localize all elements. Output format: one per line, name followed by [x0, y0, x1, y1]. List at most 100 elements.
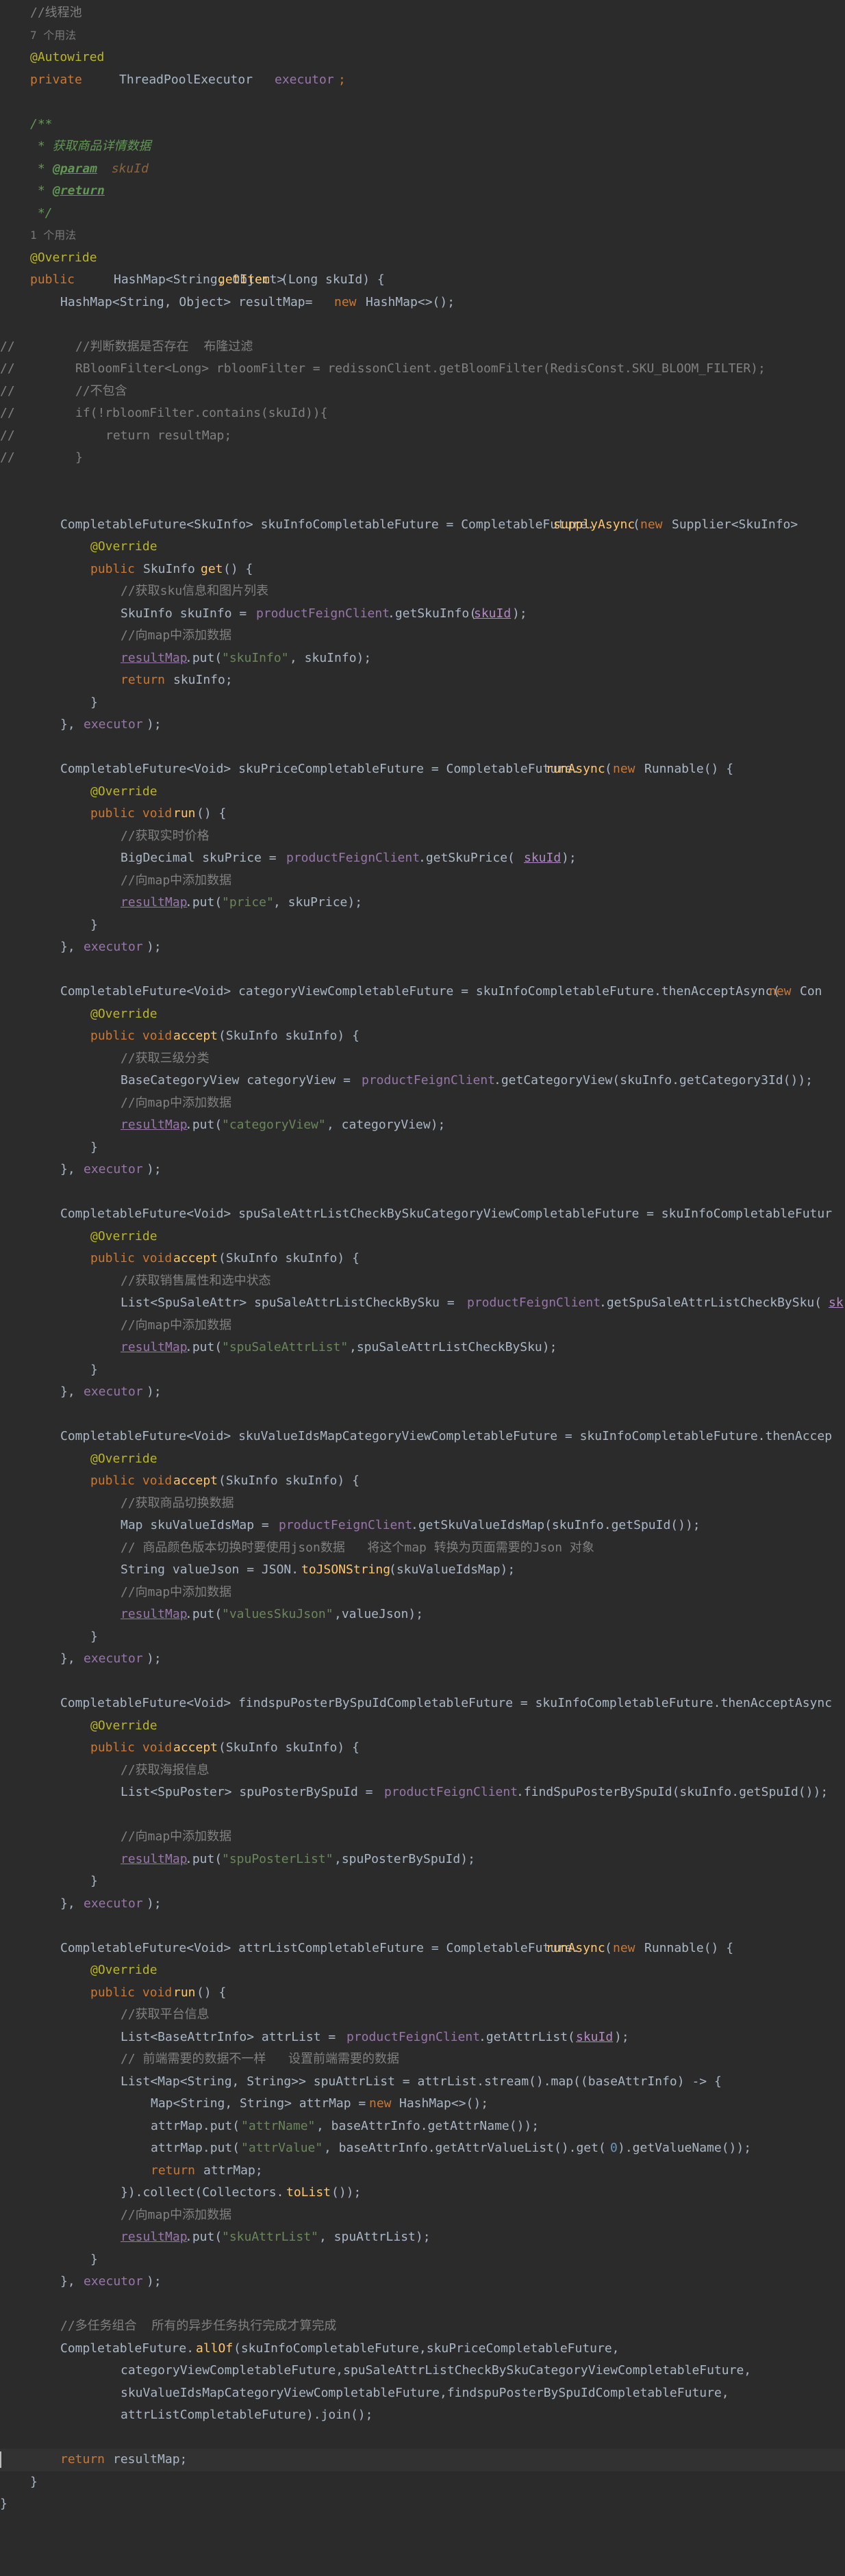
code-line[interactable]: resultMap .put("skuInfo", skuInfo);: [0, 647, 845, 670]
code-line[interactable]: }, executor);: [0, 714, 845, 736]
code-line[interactable]: attrMap.put("attrValue", baseAttrInfo.ge…: [0, 2137, 845, 2160]
code-line[interactable]: [0, 1181, 845, 1204]
code-line[interactable]: }, executor);: [0, 1893, 845, 1916]
code-line[interactable]: // //不包含: [0, 381, 845, 403]
code-line[interactable]: //获取三级分类: [0, 1048, 845, 1070]
code-line[interactable]: // return resultMap;: [0, 425, 845, 448]
code-line[interactable]: * @param skuId: [0, 158, 845, 181]
code-line[interactable]: //线程池: [0, 2, 845, 25]
code-line[interactable]: resultMap .put("valuesSkuJson" ,valueJson)…: [0, 1603, 845, 1626]
code-line[interactable]: SkuInfo skuInfo = productFeignClient .get…: [0, 603, 845, 626]
code-line[interactable]: public void accept (SkuInfo skuInfo) {: [0, 1470, 845, 1493]
code-line[interactable]: List<SpuPoster> spuPosterBySpuId = produ…: [0, 1781, 845, 1804]
code-line[interactable]: public void run() {: [0, 803, 845, 825]
code-line[interactable]: public void accept (SkuInfo skuInfo) {: [0, 1737, 845, 1760]
code-line[interactable]: CompletableFuture<Void> categoryViewComp…: [0, 981, 845, 1003]
code-line[interactable]: [0, 1404, 845, 1426]
code-line[interactable]: //向map中添加数据: [0, 870, 845, 892]
code-line[interactable]: //向map中添加数据: [0, 625, 845, 647]
code-line[interactable]: }: [0, 1626, 845, 1649]
code-line[interactable]: [0, 2293, 845, 2316]
code-line[interactable]: //获取实时价格: [0, 825, 845, 848]
code-line[interactable]: BaseCategoryView categoryView = productF…: [0, 1070, 845, 1092]
code-line[interactable]: @Override: [0, 1959, 845, 1982]
code-line[interactable]: // RBloomFilter<Long> rbloomFilter = redi…: [0, 358, 845, 381]
code-line[interactable]: resultMap .put("price", skuPrice);: [0, 892, 845, 914]
code-line[interactable]: }: [0, 1359, 845, 1382]
code-line[interactable]: //获取海报信息: [0, 1760, 845, 1782]
code-line[interactable]: 7 个用法: [0, 25, 845, 47]
code-line[interactable]: resultMap .put("categoryView", categoryVi…: [0, 1114, 845, 1137]
code-line[interactable]: //多任务组合 所有的异步任务执行完成才算完成: [0, 2315, 845, 2338]
code-line[interactable]: }, executor);: [0, 2271, 845, 2293]
code-line[interactable]: * 获取商品详情数据: [0, 136, 845, 158]
code-line[interactable]: }, executor);: [0, 1648, 845, 1671]
code-line[interactable]: // 商品颜色版本切换时要使用json数据 将这个map 转换为页面需要的Jso…: [0, 1537, 845, 1560]
code-editor[interactable]: //线程池 7 个用法 @Autowired private ThreadPoolEx…: [0, 0, 845, 2576]
code-line[interactable]: @Override: [0, 1003, 845, 1026]
code-line[interactable]: CompletableFuture<Void> attrListCompleta…: [0, 1937, 845, 1960]
code-line[interactable]: CompletableFuture<SkuInfo> skuInfoComple…: [0, 514, 845, 537]
code-line[interactable]: [0, 491, 845, 514]
code-line[interactable]: [0, 469, 845, 492]
code-line[interactable]: @Override: [0, 1226, 845, 1248]
code-line[interactable]: private ThreadPoolExecutor executor;: [0, 69, 845, 92]
code-line[interactable]: public void accept (SkuInfo skuInfo) {: [0, 1025, 845, 1048]
code-line[interactable]: Map skuValueIdsMap = productFeignClient.…: [0, 1515, 845, 1537]
code-line[interactable]: [0, 1671, 845, 1693]
code-line[interactable]: // //判断数据是否存在 布隆过滤: [0, 336, 845, 359]
code-line[interactable]: @Override: [0, 781, 845, 803]
code-line[interactable]: @Override: [0, 1448, 845, 1471]
code-line[interactable]: return skuInfo;: [0, 669, 845, 692]
code-line[interactable]: //获取sku信息和图片列表: [0, 580, 845, 603]
code-line[interactable]: CompletableFuture<Void> skuValueIdsMapCa…: [0, 1426, 845, 1448]
code-line[interactable]: */: [0, 203, 845, 225]
code-line[interactable]: HashMap<String, Object> resultMap= new Ha…: [0, 292, 845, 314]
code-line[interactable]: * @return: [0, 180, 845, 203]
code-line[interactable]: }: [0, 1137, 845, 1159]
code-line[interactable]: //获取商品切换数据: [0, 1493, 845, 1515]
code-line[interactable]: //向map中添加数据: [0, 1582, 845, 1604]
code-line[interactable]: [0, 959, 845, 981]
code-line[interactable]: String valueJson = JSON. toJSONString (sku…: [0, 1559, 845, 1582]
code-line[interactable]: [0, 1804, 845, 1827]
code-line[interactable]: CompletableFuture. allOf (skuInfoCompletab…: [0, 2338, 845, 2360]
code-line[interactable]: return attrMap;: [0, 2160, 845, 2182]
code-line[interactable]: }: [0, 914, 845, 937]
code-line[interactable]: [0, 1915, 845, 1937]
code-line[interactable]: resultMap .put("skuAttrList", spuAttrList…: [0, 2226, 845, 2249]
code-line[interactable]: }, executor);: [0, 1381, 845, 1404]
code-line[interactable]: public HashMap<String, Object> getItem (L…: [0, 269, 845, 292]
code-line[interactable]: /**: [0, 114, 845, 136]
code-line[interactable]: }).collect(Collectors. toList ());: [0, 2182, 845, 2204]
code-line[interactable]: attrListCompletableFuture).join();: [0, 2404, 845, 2427]
code-line[interactable]: categoryViewCompletableFuture,spuSaleAtt…: [0, 2360, 845, 2382]
code-line[interactable]: public void run() {: [0, 1982, 845, 2005]
code-line[interactable]: // 前端需要的数据不一样 设置前端需要的数据: [0, 2048, 845, 2071]
code-line[interactable]: CompletableFuture<Void> spuSaleAttrListC…: [0, 1203, 845, 1226]
code-line[interactable]: public SkuInfo get() {: [0, 558, 845, 581]
code-line[interactable]: [0, 736, 845, 759]
code-line[interactable]: }, executor);: [0, 1159, 845, 1181]
code-line[interactable]: }: [0, 1870, 845, 1893]
code-line[interactable]: //}: [0, 447, 845, 469]
code-line[interactable]: skuValueIdsMapCategoryViewCompletableFut…: [0, 2382, 845, 2405]
code-line[interactable]: }: [0, 692, 845, 714]
code-line[interactable]: List<BaseAttrInfo> attrList = productFei…: [0, 2026, 845, 2049]
code-line[interactable]: 1 个用法: [0, 224, 845, 247]
code-line[interactable]: // if(!rbloomFilter.contains(skuId)){: [0, 402, 845, 425]
code-line[interactable]: CompletableFuture<Void> skuPriceCompleta…: [0, 758, 845, 781]
code-line[interactable]: //向map中添加数据: [0, 2204, 845, 2227]
code-line[interactable]: [0, 313, 845, 336]
code-line[interactable]: //获取销售属性和选中状态: [0, 1270, 845, 1293]
code-line[interactable]: resultMap .put("spuPosterList" ,spuPosterB…: [0, 1849, 845, 1871]
code-line[interactable]: @Override: [0, 247, 845, 270]
code-line[interactable]: //向map中添加数据: [0, 1315, 845, 1337]
code-line[interactable]: Map<String, String> attrMap = new HashMa…: [0, 2093, 845, 2115]
code-line[interactable]: //向map中添加数据: [0, 1092, 845, 1115]
code-line[interactable]: public void accept (SkuInfo skuInfo) {: [0, 1248, 845, 1270]
code-line[interactable]: List<Map<String, String>> spuAttrList = …: [0, 2071, 845, 2094]
code-line[interactable]: return resultMap;: [0, 2449, 845, 2471]
code-line[interactable]: //向map中添加数据: [0, 1826, 845, 1849]
code-line[interactable]: //获取平台信息: [0, 2004, 845, 2026]
